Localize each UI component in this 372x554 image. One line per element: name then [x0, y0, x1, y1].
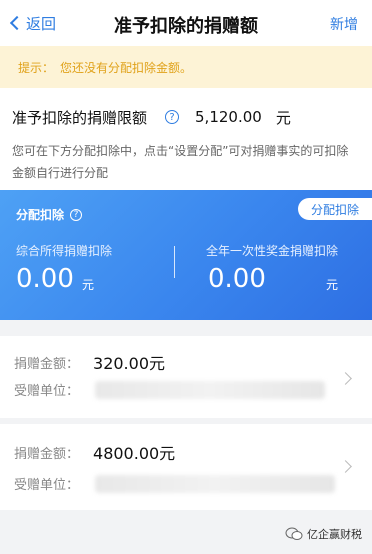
- limit-value: 5,120.00: [195, 108, 262, 126]
- limit-label: 准予扣除的捐赠限额: [12, 108, 148, 127]
- watermark-text: 亿企赢财税: [307, 528, 362, 541]
- limit-unit: 元: [275, 108, 291, 127]
- nav-bar: 返回 准予扣除的捐赠额 新增: [0, 0, 372, 46]
- recipient-value-redacted: [95, 474, 336, 493]
- donation-amount-label: 捐赠金额：: [14, 446, 80, 462]
- donation-amount-label: 捐赠金额：: [14, 356, 80, 372]
- notice-banner: 提示： 您还没有分配扣除金额。: [0, 46, 372, 88]
- limit-row: 准予扣除的捐赠限额 ? 5,120.00 元: [12, 106, 291, 128]
- chevron-right-icon: [339, 372, 352, 385]
- comprehensive-deduction-value: 0.00: [16, 264, 74, 294]
- bonus-deduction-value: 0.00: [208, 264, 266, 294]
- notice-label: 提示：: [18, 60, 55, 75]
- recipient-label: 受赠单位：: [14, 478, 80, 493]
- donation-amount: 4800.00元: [93, 444, 176, 463]
- recipient-row: 受赠单位：: [14, 474, 336, 493]
- donation-item[interactable]: 捐赠金额： 4800.00元 受赠单位：: [0, 424, 372, 510]
- recipient-row: 受赠单位：: [14, 380, 326, 399]
- allocation-panel: 分配扣除 ? 分配扣除 综合所得捐赠扣除 0.00 元 全年一次性奖金捐赠扣除 …: [0, 190, 372, 320]
- limit-description: 您可在下方分配扣除中，点击“设置分配”可对捐赠事实的可扣除金额自行进行分配: [12, 144, 349, 180]
- chevron-right-icon: [339, 460, 352, 473]
- question-icon[interactable]: ?: [165, 110, 180, 124]
- allocation-title: 分配扣除 ?: [16, 206, 83, 223]
- bonus-deduction-unit: 元: [326, 278, 339, 292]
- notice-text: 您还没有分配扣除金额。: [60, 60, 193, 75]
- comprehensive-deduction-unit: 元: [82, 278, 95, 292]
- recipient-label: 受赠单位：: [14, 384, 80, 399]
- watermark: 亿企赢财税: [285, 526, 362, 542]
- donation-amount: 320.00元: [93, 354, 166, 373]
- recipient-value-redacted: [95, 380, 326, 399]
- comprehensive-deduction-label: 综合所得捐赠扣除: [16, 244, 113, 258]
- add-button[interactable]: 新增: [330, 14, 358, 34]
- bonus-deduction-label: 全年一次性奖金捐赠扣除: [206, 244, 339, 258]
- wechat-icon: [285, 527, 303, 541]
- allocation-title-text: 分配扣除: [16, 208, 65, 222]
- allocate-button[interactable]: 分配扣除: [298, 198, 372, 220]
- donation-item[interactable]: 捐赠金额： 320.00元 受赠单位：: [0, 336, 372, 418]
- page-title: 准予扣除的捐赠额: [114, 16, 258, 37]
- donation-amount-row: 捐赠金额： 320.00元: [14, 350, 165, 374]
- panel-divider: [174, 246, 175, 278]
- question-icon[interactable]: ?: [70, 208, 83, 221]
- limit-card: 准予扣除的捐赠限额 ? 5,120.00 元 您可在下方分配扣除中，点击“设置分…: [0, 88, 372, 192]
- donation-amount-row: 捐赠金额： 4800.00元: [14, 440, 175, 464]
